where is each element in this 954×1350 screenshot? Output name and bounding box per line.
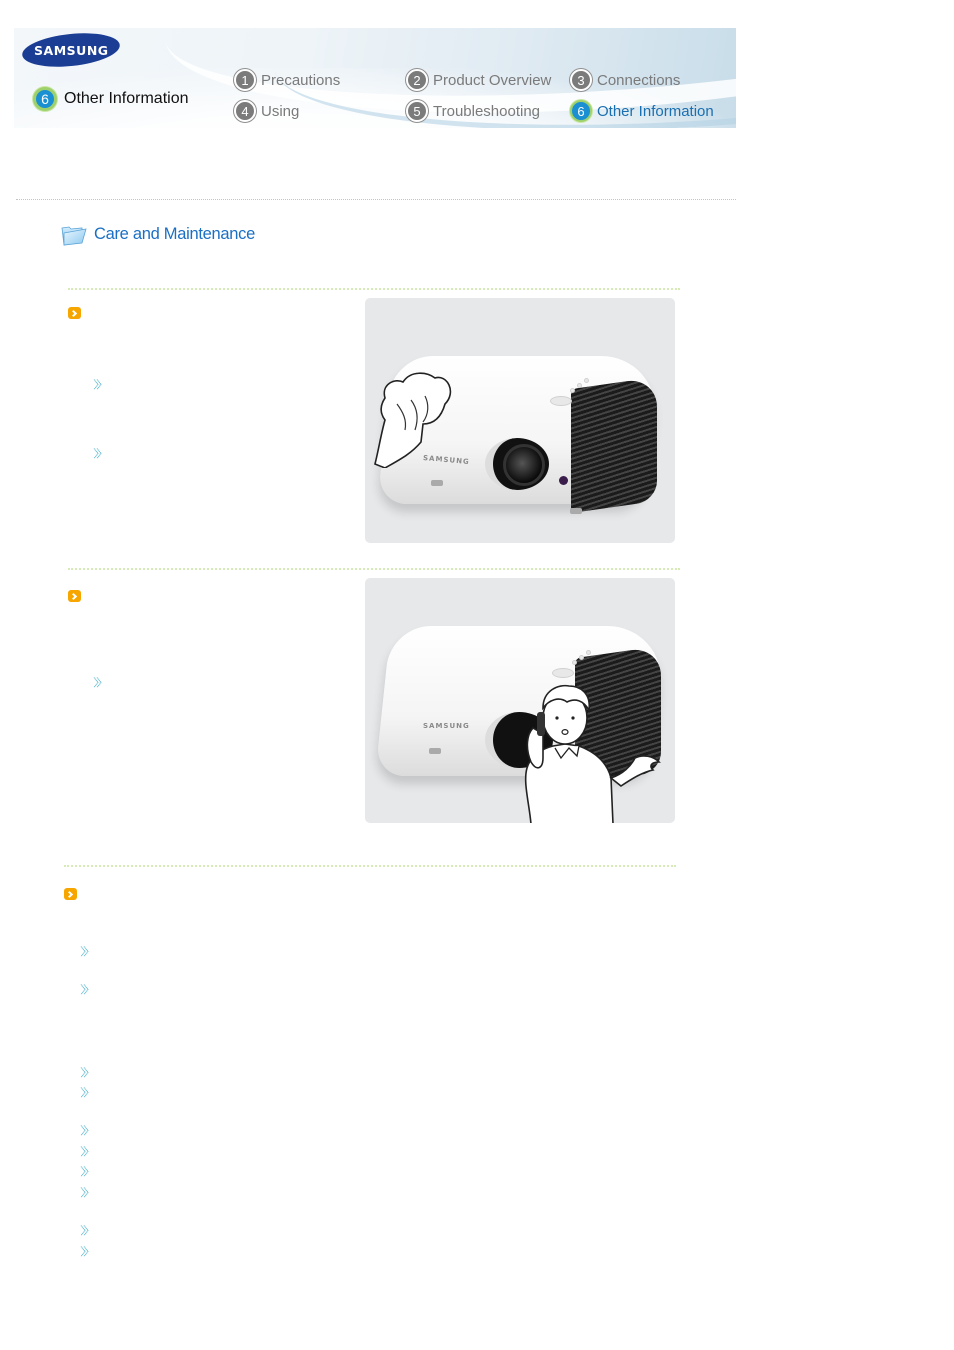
blue-chevron-icon xyxy=(93,448,102,459)
projector-service-illustration: SAMSUNG xyxy=(365,578,675,823)
section-divider xyxy=(68,288,680,290)
current-section-indicator: 6 Other Information xyxy=(33,87,189,111)
page-title-text: Care and Maintenance xyxy=(94,224,255,243)
section-divider xyxy=(64,865,676,867)
blue-chevron-icon xyxy=(93,677,102,688)
nav-item-product-overview[interactable]: 2 Product Overview xyxy=(406,69,551,91)
number-6-icon: 6 xyxy=(570,100,592,122)
blue-chevron-icon xyxy=(80,1067,89,1078)
orange-arrow-icon xyxy=(64,888,77,900)
page-title: Care and Maintenance xyxy=(60,222,255,246)
section-number-badge: 6 xyxy=(33,87,57,111)
folder-icon xyxy=(61,226,87,246)
number-2-icon: 2 xyxy=(406,69,428,91)
blue-chevron-icon xyxy=(80,984,89,995)
nav-item-troubleshooting[interactable]: 5 Troubleshooting xyxy=(406,100,540,122)
blue-chevron-icon xyxy=(93,379,102,390)
orange-arrow-icon xyxy=(68,307,81,319)
orange-arrow-icon xyxy=(68,590,81,602)
samsung-logo[interactable]: SAMSUNG xyxy=(20,28,122,72)
blue-chevron-icon xyxy=(80,1087,89,1098)
blue-chevron-icon xyxy=(80,1225,89,1236)
nav-item-precautions[interactable]: 1 Precautions xyxy=(234,69,340,91)
current-section-label: Other Information xyxy=(64,90,189,107)
nav-item-other-information[interactable]: 6 Other Information xyxy=(570,100,714,122)
header-divider xyxy=(16,199,736,200)
blue-chevron-icon xyxy=(80,1125,89,1136)
man-on-phone-icon xyxy=(524,684,661,823)
number-3-icon: 3 xyxy=(570,69,592,91)
projector-cleaning-illustration: SAMSUNG xyxy=(365,298,675,543)
number-4-icon: 4 xyxy=(234,100,256,122)
number-1-icon: 1 xyxy=(234,69,256,91)
section-nav: 1 Precautions 2 Product Overview 3 Conne… xyxy=(234,68,734,128)
hand-with-cloth-icon xyxy=(374,372,452,468)
nav-item-using[interactable]: 4 Using xyxy=(234,100,299,122)
section-divider xyxy=(68,568,680,570)
number-5-icon: 5 xyxy=(406,100,428,122)
blue-chevron-icon xyxy=(80,1166,89,1177)
blue-chevron-icon xyxy=(80,1187,89,1198)
blue-chevron-icon xyxy=(80,946,89,957)
blue-chevron-icon xyxy=(80,1246,89,1257)
blue-chevron-icon xyxy=(80,1146,89,1157)
nav-item-connections[interactable]: 3 Connections xyxy=(570,69,680,91)
